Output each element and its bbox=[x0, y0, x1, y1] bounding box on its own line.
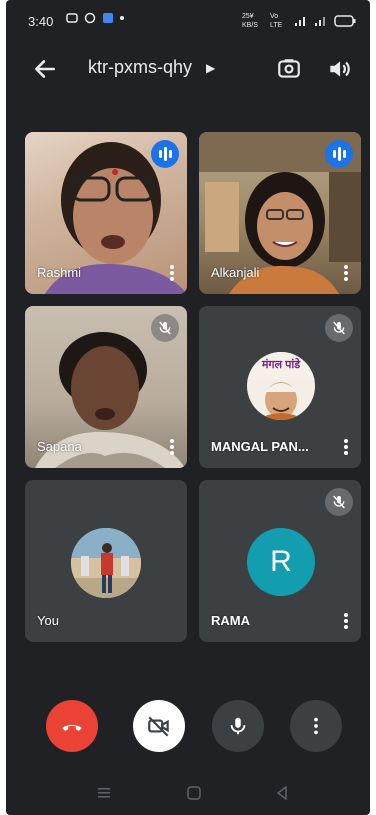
participant-tile-self[interactable]: You bbox=[25, 480, 187, 642]
mic-off-icon bbox=[325, 314, 353, 342]
arrow-left-icon[interactable] bbox=[32, 56, 58, 82]
participant-tile[interactable]: Rashmi bbox=[25, 132, 187, 294]
more-vert-icon[interactable] bbox=[343, 612, 349, 630]
status-bar: 3:40 25¥ KB/S Vo LTE bbox=[6, 0, 370, 40]
network-speed: 25¥ KB/S bbox=[242, 13, 258, 29]
menu-icon[interactable] bbox=[96, 786, 112, 800]
call-controls bbox=[6, 700, 370, 756]
volte-label: Vo LTE bbox=[270, 13, 283, 29]
avatar-initial: R bbox=[270, 545, 292, 578]
participant-name: RAMA bbox=[211, 613, 250, 628]
mic-toggle-button[interactable] bbox=[212, 700, 264, 752]
speaking-indicator-icon bbox=[151, 140, 179, 168]
back-nav-icon[interactable] bbox=[274, 785, 290, 801]
more-vert-icon[interactable] bbox=[169, 438, 175, 456]
participant-avatar bbox=[71, 528, 141, 598]
more-vert-icon bbox=[314, 717, 318, 735]
video-off-icon bbox=[148, 716, 169, 737]
status-time: 3:40 bbox=[28, 14, 54, 29]
phone-hangup-icon bbox=[62, 724, 82, 731]
message-icon bbox=[103, 13, 113, 23]
participant-tile[interactable]: Sapana bbox=[25, 306, 187, 468]
participant-name: Sapana bbox=[37, 439, 82, 454]
meeting-code[interactable]: ktr-pxms-qhy bbox=[88, 57, 192, 78]
participant-name: You bbox=[37, 613, 59, 628]
more-vert-icon[interactable] bbox=[343, 264, 349, 282]
participant-tile[interactable]: Alkanjali bbox=[199, 132, 361, 294]
participant-avatar: R bbox=[247, 528, 315, 596]
signal-icon bbox=[295, 17, 305, 26]
speaking-indicator-icon bbox=[325, 140, 353, 168]
mic-off-icon bbox=[325, 488, 353, 516]
meeting-header: ktr-pxms-qhy ▶ bbox=[6, 48, 370, 88]
more-vert-icon[interactable] bbox=[169, 264, 175, 282]
participant-tile[interactable]: मंगल पांडे MANGAL PAN... bbox=[199, 306, 361, 468]
system-nav-bar bbox=[6, 770, 370, 815]
participant-name: Rashmi bbox=[37, 265, 82, 280]
home-icon[interactable] bbox=[186, 785, 202, 801]
microphone-icon bbox=[230, 717, 246, 735]
participant-name: MANGAL PAN... bbox=[211, 439, 309, 454]
participant-avatar: मंगल पांडे bbox=[247, 352, 315, 420]
notification-icons bbox=[66, 12, 124, 24]
chevron-right-icon[interactable]: ▶ bbox=[206, 61, 215, 75]
meet-screen: 3:40 25¥ KB/S Vo LTE ktr-pxms-qhy ▶ Rash… bbox=[6, 0, 370, 815]
more-vert-icon[interactable] bbox=[343, 438, 349, 456]
dot-icon bbox=[120, 16, 124, 20]
status-right: 25¥ KB/S Vo LTE bbox=[242, 12, 356, 30]
more-options-button[interactable] bbox=[290, 700, 342, 752]
end-call-button[interactable] bbox=[46, 700, 98, 752]
participant-tile[interactable]: R RAMA bbox=[199, 480, 361, 642]
switch-camera-icon[interactable] bbox=[276, 56, 302, 82]
participant-name: Alkanjali bbox=[211, 265, 260, 280]
mic-off-icon bbox=[151, 314, 179, 342]
notification-app-icon bbox=[66, 13, 78, 23]
avatar-text: मंगल पांडे bbox=[261, 359, 301, 371]
battery-icon bbox=[334, 15, 356, 27]
whatsapp-icon bbox=[84, 12, 96, 24]
signal-icon-2 bbox=[315, 17, 325, 26]
camera-toggle-button[interactable] bbox=[133, 700, 185, 752]
volume-icon[interactable] bbox=[326, 56, 352, 82]
